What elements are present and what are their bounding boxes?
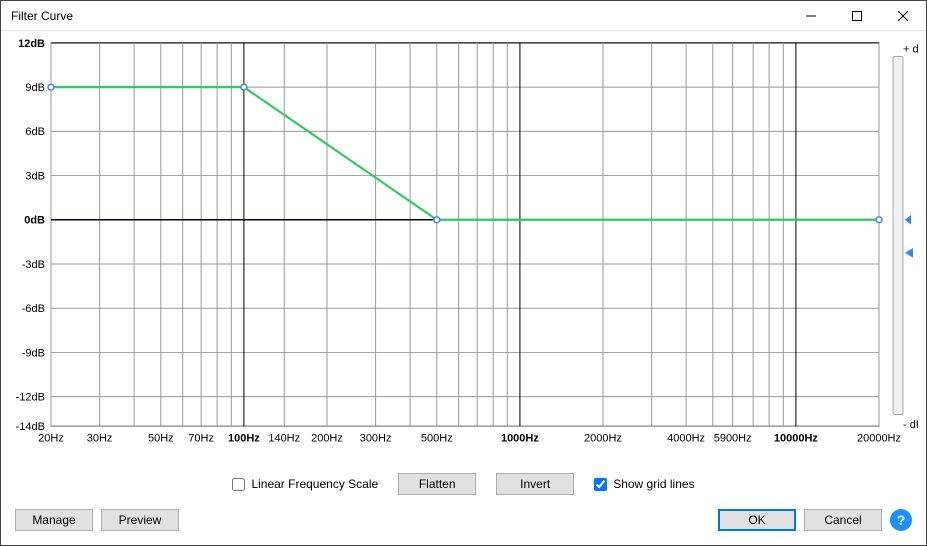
svg-text:30Hz: 30Hz [87, 433, 113, 445]
maximize-button[interactable] [834, 1, 880, 31]
flatten-button[interactable]: Flatten [398, 473, 476, 495]
svg-text:1000Hz: 1000Hz [501, 433, 539, 445]
show-grid-lines-checkbox[interactable]: Show grid lines [594, 477, 694, 491]
chart-controls-row: Linear Frequency Scale Flatten Invert Sh… [9, 467, 918, 505]
svg-text:-12dB: -12dB [16, 392, 45, 404]
linear-frequency-scale-label: Linear Frequency Scale [251, 477, 378, 491]
window-title: Filter Curve [11, 9, 788, 23]
svg-text:70Hz: 70Hz [188, 433, 214, 445]
svg-text:5900Hz: 5900Hz [714, 433, 752, 445]
cancel-button[interactable]: Cancel [804, 509, 882, 531]
close-button[interactable] [880, 1, 926, 31]
svg-text:20000Hz: 20000Hz [857, 433, 901, 445]
linear-frequency-scale-input[interactable] [232, 478, 245, 491]
svg-text:500Hz: 500Hz [421, 433, 453, 445]
linear-frequency-scale-checkbox[interactable]: Linear Frequency Scale [232, 477, 378, 491]
svg-text:- dB: - dB [903, 419, 918, 431]
svg-text:3dB: 3dB [25, 171, 45, 183]
svg-text:4000Hz: 4000Hz [667, 433, 705, 445]
help-button[interactable]: ? [890, 509, 912, 531]
titlebar: Filter Curve [1, 1, 926, 31]
svg-text:300Hz: 300Hz [360, 433, 392, 445]
minimize-button[interactable] [788, 1, 834, 31]
svg-text:100Hz: 100Hz [228, 433, 260, 445]
svg-text:6dB: 6dB [25, 126, 45, 138]
svg-text:0dB: 0dB [24, 215, 45, 227]
invert-button[interactable]: Invert [496, 473, 574, 495]
filter-curve-chart[interactable]: 12dB9dB6dB3dB0dB-3dB-6dB-9dB-12dB-14dB20… [9, 39, 918, 467]
manage-button[interactable]: Manage [15, 509, 93, 531]
preview-button[interactable]: Preview [101, 509, 179, 531]
svg-text:50Hz: 50Hz [148, 433, 174, 445]
svg-text:+ dB: + dB [903, 44, 918, 56]
show-grid-lines-input[interactable] [594, 478, 607, 491]
show-grid-lines-label: Show grid lines [613, 477, 694, 491]
svg-text:2000Hz: 2000Hz [584, 433, 622, 445]
dialog-button-row: Manage Preview OK Cancel ? [9, 505, 918, 537]
svg-text:-14dB: -14dB [16, 421, 45, 433]
svg-text:9dB: 9dB [25, 82, 45, 94]
svg-text:20Hz: 20Hz [38, 433, 64, 445]
svg-text:140Hz: 140Hz [268, 433, 300, 445]
svg-text:10000Hz: 10000Hz [774, 433, 819, 445]
svg-text:-9dB: -9dB [22, 347, 45, 359]
svg-text:200Hz: 200Hz [311, 433, 343, 445]
gain-range-marker[interactable] [905, 248, 913, 258]
gain-slider-track[interactable] [893, 57, 903, 415]
ok-button[interactable]: OK [718, 509, 796, 531]
svg-text:12dB: 12dB [18, 39, 45, 50]
svg-text:-6dB: -6dB [22, 303, 45, 315]
svg-text:-3dB: -3dB [22, 259, 45, 271]
